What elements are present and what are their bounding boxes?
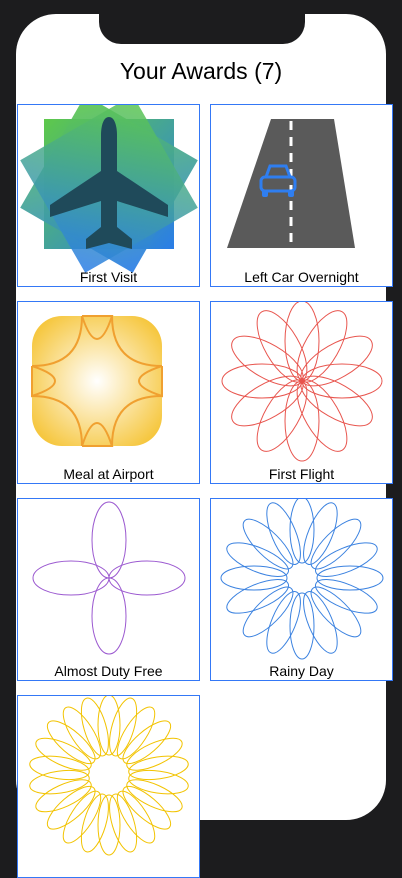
device-notch: [99, 0, 305, 44]
award-card-almost-duty-free[interactable]: Almost Duty Free: [17, 498, 200, 681]
award-card-left-car-overnight[interactable]: Left Car Overnight: [210, 104, 393, 287]
award-card-first-visit[interactable]: First Visit: [17, 104, 200, 287]
award-card-7[interactable]: [17, 695, 200, 878]
award-label: First Visit: [79, 269, 138, 285]
award-label: Rainy Day: [269, 663, 334, 679]
award-card-first-flight[interactable]: First Flight: [210, 301, 393, 484]
award-label: [18, 859, 199, 877]
page-title: Your Awards (7): [119, 58, 283, 84]
award-label: Left Car Overnight: [244, 269, 359, 285]
flower-red-icon: [221, 302, 383, 462]
award-label: Almost Duty Free: [54, 663, 163, 679]
airplane-icon: [20, 105, 198, 273]
car-road-icon: [227, 119, 355, 248]
award-label: Meal at Airport: [63, 466, 154, 482]
flower-yellow-icon: [29, 696, 189, 856]
flower-blue-icon: [220, 499, 384, 660]
meal-icon: [31, 315, 163, 447]
flower-purple-icon: [32, 501, 186, 655]
award-card-rainy-day[interactable]: Rainy Day: [210, 498, 393, 681]
award-card-meal-at-airport[interactable]: Meal at Airport: [17, 301, 200, 484]
award-label: First Flight: [268, 466, 335, 482]
